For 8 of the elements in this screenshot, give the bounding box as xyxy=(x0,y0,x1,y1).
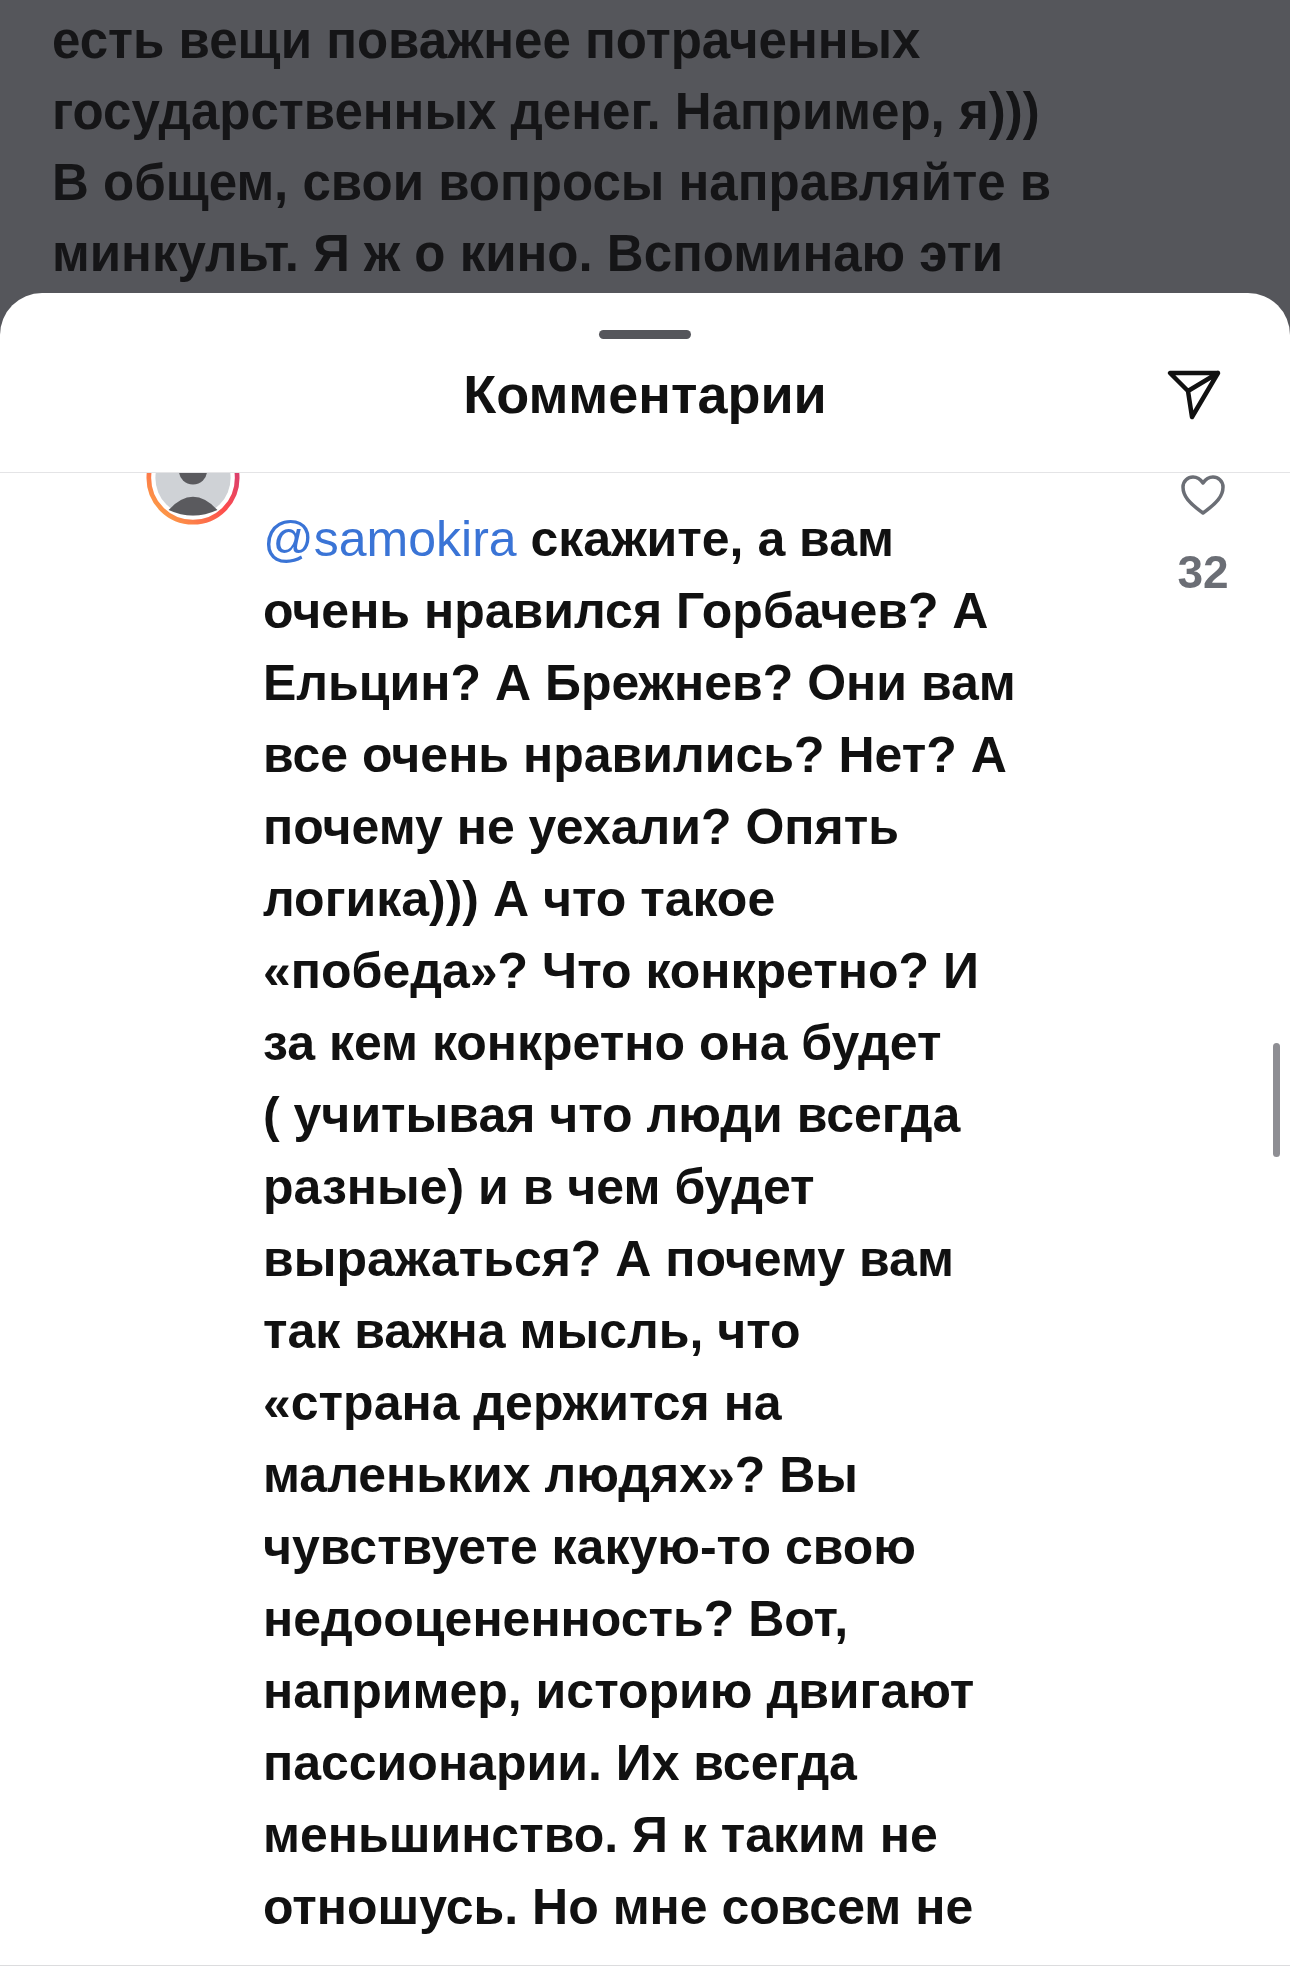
comment-text: @samokira скажите, а вам очень нравился Горбачев? А Ельцин? А Брежнев? Они вам все очень нравились? Нет? А почему не уехали? Опять логика))) А что такое «победа»? Что конкретно? И за кем конкретно она будет ( учитывая что люди всегда разные) и в чем будет выражаться? А почему вам так важна мысль, что «страна держится на маленьких людях»? Вы чувствуете какую-то свою недооцененность? Вот, например, историю двигают пассионарии. Их всегда меньшинство. Я к таким не отношусь. Но мне совсем не xyxy=(263,510,1017,1937)
drag-handle[interactable] xyxy=(599,330,691,339)
mention-link[interactable]: @samokira xyxy=(263,511,517,567)
scrollbar[interactable] xyxy=(1273,1043,1280,1157)
heart-icon[interactable] xyxy=(1179,473,1227,517)
sheet-title: Комментарии xyxy=(463,362,827,425)
like-count: 32 xyxy=(1177,545,1229,599)
post-text: есть вещи поважнее потраченных государственных денег. Например, я))) В общем, свои вопросы направляйте в минкульт. Я ж о кино. Вспоминаю эти xyxy=(51,11,1053,284)
